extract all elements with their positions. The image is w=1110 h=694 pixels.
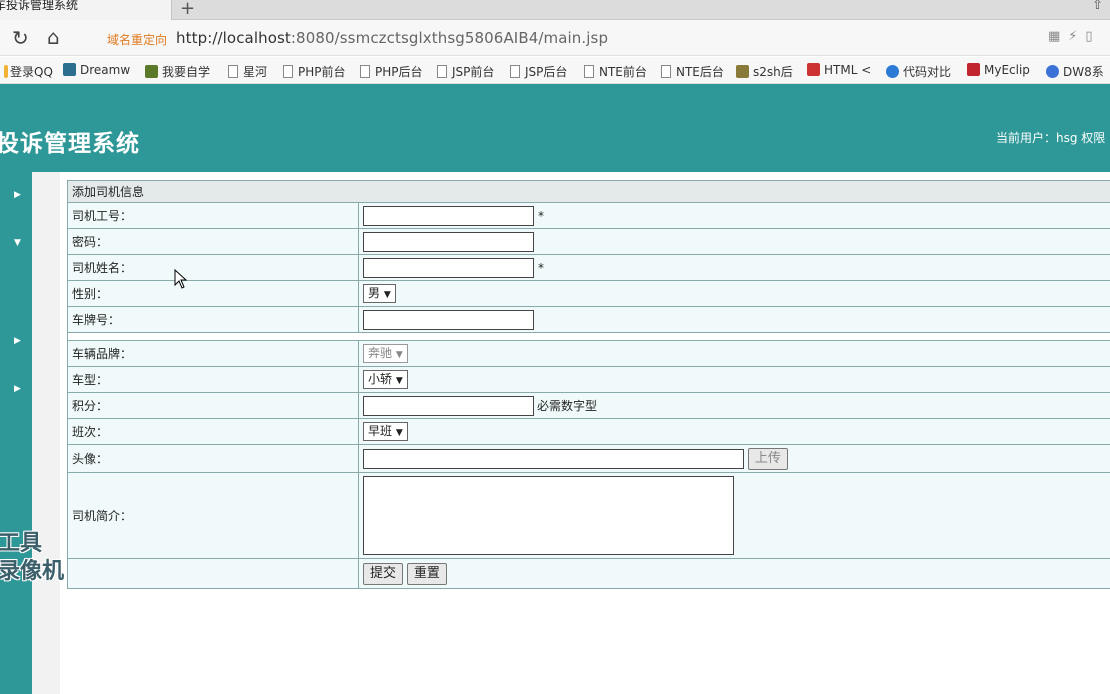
recorder-watermark: 工具 录像机 bbox=[0, 531, 65, 584]
browser-tab-title: 车投诉管理系统 bbox=[0, 0, 79, 12]
window-control-icon[interactable]: ⇧ bbox=[1092, 0, 1103, 13]
dropdown-arrow-icon: ▼ bbox=[395, 428, 403, 438]
system-title: 投诉管理系统 bbox=[0, 130, 140, 157]
bookmark-item[interactable]: s2sh后 bbox=[736, 63, 793, 80]
bookmark-item[interactable]: NTE后台 bbox=[661, 63, 724, 80]
page-icon bbox=[228, 65, 238, 78]
label-gender: 性别： bbox=[67, 280, 359, 307]
bookmark-item[interactable]: MyEclip bbox=[967, 63, 1030, 77]
bookmarks-bar: 登录QQ Dreamw 我要自学 星河 PHP前台 PHP后台 JSP前台 JS… bbox=[0, 57, 1110, 84]
compare-icon bbox=[886, 65, 899, 78]
bookmark-item[interactable]: 我要自学 bbox=[145, 63, 210, 80]
label-car-type: 车型： bbox=[67, 366, 359, 393]
bookmark-item[interactable]: PHP前台 bbox=[283, 63, 346, 80]
sidebar: ▶ ▼ ▶ ▶ bbox=[0, 172, 32, 694]
form-title: 添加司机信息 bbox=[67, 180, 1110, 203]
new-tab-icon[interactable]: + bbox=[180, 0, 195, 19]
caret-down-icon[interactable]: ▼ bbox=[14, 238, 21, 248]
browser-tab[interactable]: 车投诉管理系统 bbox=[0, 0, 172, 20]
home-icon[interactable]: ⌂ bbox=[47, 25, 60, 49]
caret-right-icon[interactable]: ▶ bbox=[14, 190, 21, 200]
label-shift: 班次： bbox=[67, 418, 359, 445]
row-spacer bbox=[67, 332, 1110, 341]
required-mark: * bbox=[538, 208, 544, 223]
points-hint: 必需数字型 bbox=[537, 399, 598, 413]
submit-button[interactable]: 提交 bbox=[363, 562, 404, 585]
plate-input[interactable] bbox=[363, 309, 534, 330]
reset-button[interactable]: 重置 bbox=[406, 562, 447, 585]
reload-icon[interactable]: ↻ bbox=[12, 26, 29, 50]
bookmark-item[interactable]: HTML < bbox=[807, 63, 871, 77]
page-icon bbox=[584, 65, 594, 78]
label-plate: 车牌号： bbox=[67, 306, 359, 333]
html-icon bbox=[807, 63, 820, 76]
address-bar-tools-icon[interactable]: ▦⚡▯ bbox=[1048, 29, 1101, 44]
points-input[interactable] bbox=[363, 395, 534, 416]
page-icon bbox=[510, 65, 520, 78]
worker-id-input[interactable] bbox=[363, 205, 534, 226]
url-host: http://localhost bbox=[176, 29, 291, 47]
actions-label-cell bbox=[67, 558, 359, 589]
chart-icon bbox=[736, 65, 749, 78]
content-gutter bbox=[32, 172, 60, 694]
bookmark-item[interactable]: 登录QQ bbox=[4, 63, 53, 80]
label-brand: 车辆品牌： bbox=[67, 340, 359, 367]
page-icon bbox=[661, 65, 671, 78]
shift-select[interactable]: 早班 ▼ bbox=[363, 422, 408, 441]
myeclipse-icon bbox=[967, 63, 980, 76]
url-path: :8080/ssmczctsglxthsg5806AIB4/main.jsp bbox=[290, 29, 609, 47]
paw-icon bbox=[1046, 65, 1059, 78]
mouse-cursor-icon bbox=[174, 269, 188, 289]
avatar-input[interactable] bbox=[363, 448, 744, 469]
dropdown-arrow-icon: ▼ bbox=[383, 290, 391, 300]
bookmark-item[interactable]: 代码对比 bbox=[886, 63, 951, 80]
page-icon bbox=[437, 65, 447, 78]
current-user-info: 当前用户：hsg 权限 bbox=[996, 131, 1106, 145]
upload-button[interactable]: 上传 bbox=[747, 447, 788, 470]
page-icon bbox=[283, 65, 293, 78]
gender-select[interactable]: 男 ▼ bbox=[363, 284, 396, 303]
caret-right-icon[interactable]: ▶ bbox=[14, 384, 21, 394]
dreamweaver-icon bbox=[63, 63, 76, 76]
label-driver-name: 司机姓名： bbox=[67, 254, 359, 281]
label-intro: 司机简介： bbox=[67, 472, 359, 559]
redirect-label: 域名重定向 bbox=[107, 33, 168, 47]
bookmark-item[interactable]: NTE前台 bbox=[584, 63, 647, 80]
caret-right-icon[interactable]: ▶ bbox=[14, 336, 21, 346]
label-worker-id: 司机工号： bbox=[67, 202, 359, 229]
page-icon bbox=[360, 65, 370, 78]
brand-select[interactable]: 奔驰 ▼ bbox=[363, 344, 408, 363]
add-driver-form: 添加司机信息 司机工号： * 密码： 司机姓名： * 性别： 男 ▼ 车牌号： … bbox=[67, 180, 1110, 589]
bookmark-item[interactable]: PHP后台 bbox=[360, 63, 423, 80]
url-field[interactable]: http://localhost:8080/ssmczctsglxthsg580… bbox=[176, 29, 608, 47]
driver-name-input[interactable] bbox=[363, 257, 534, 278]
intro-textarea[interactable] bbox=[363, 476, 734, 555]
app-header bbox=[0, 84, 1110, 172]
bookmark-item[interactable]: Dreamw bbox=[63, 63, 130, 77]
dropdown-arrow-icon: ▼ bbox=[395, 350, 403, 360]
label-avatar: 头像： bbox=[67, 444, 359, 473]
bookmark-item[interactable]: 星河 bbox=[228, 63, 267, 80]
label-password: 密码： bbox=[67, 228, 359, 255]
bookmark-item[interactable]: JSP后台 bbox=[510, 63, 567, 80]
password-input[interactable] bbox=[363, 231, 534, 252]
car-type-select[interactable]: 小轿 ▼ bbox=[363, 370, 408, 389]
bookmark-item[interactable]: DW8系 bbox=[1046, 63, 1104, 80]
dropdown-arrow-icon: ▼ bbox=[395, 376, 403, 386]
vue-icon bbox=[145, 65, 158, 78]
required-mark: * bbox=[538, 260, 544, 275]
bookmark-item[interactable]: JSP前台 bbox=[437, 63, 494, 80]
label-points: 积分： bbox=[67, 392, 359, 419]
qq-icon bbox=[4, 65, 8, 78]
